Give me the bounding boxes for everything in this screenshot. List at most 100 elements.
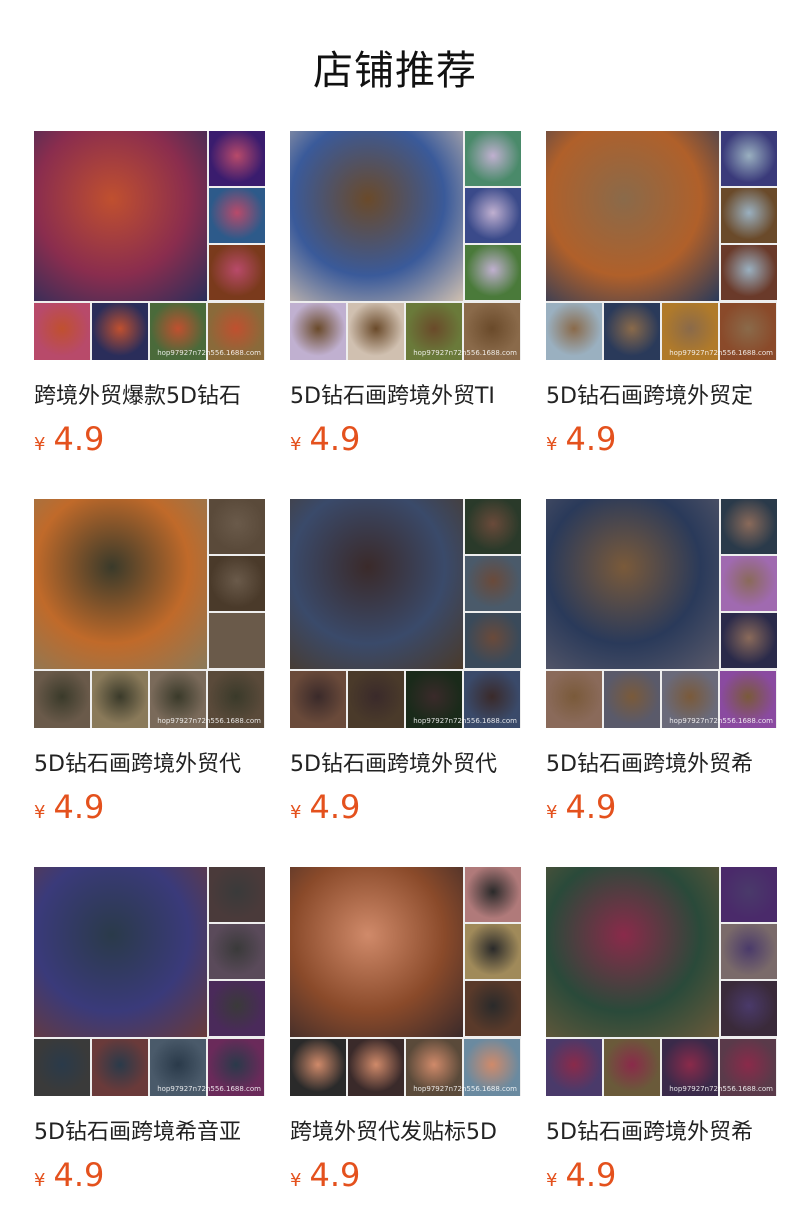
price-value: 4.9 xyxy=(53,788,105,826)
product-thumbnail xyxy=(34,671,90,728)
product-name[interactable]: 5D钻石画跨境外贸代 xyxy=(34,746,266,778)
product-thumbnail xyxy=(209,613,265,668)
product-thumbnail xyxy=(209,981,265,1036)
product-thumbnail xyxy=(721,613,777,668)
product-thumbnail xyxy=(92,1039,148,1096)
product-thumbnail xyxy=(290,671,346,728)
product-name[interactable]: 跨境外贸爆款5D钻石 xyxy=(34,378,266,410)
product-main-image xyxy=(34,867,207,1037)
product-price: ¥4.9 xyxy=(34,420,266,458)
price-value: 4.9 xyxy=(53,1156,105,1194)
product-image[interactable]: hop97927n72n556.1688.com xyxy=(34,499,265,728)
product-thumbnail xyxy=(209,131,265,186)
currency-symbol: ¥ xyxy=(34,802,46,823)
product-thumbnail xyxy=(34,1039,90,1096)
currency-symbol: ¥ xyxy=(34,434,46,455)
product-thumbnail xyxy=(546,1039,602,1096)
product-name[interactable]: 5D钻石画跨境外贸TI xyxy=(290,378,522,410)
product-card[interactable]: hop97927n72n556.1688.com 5D钻石画跨境外贸代 ¥4.9 xyxy=(290,499,522,826)
currency-symbol: ¥ xyxy=(546,1170,558,1191)
product-card[interactable]: hop97927n72n556.1688.com 5D钻石画跨境外贸定 ¥4.9 xyxy=(546,131,778,458)
product-thumbnail xyxy=(465,188,521,243)
product-thumbnail xyxy=(721,131,777,186)
product-thumbnail xyxy=(209,556,265,611)
image-watermark: hop97927n72n556.1688.com xyxy=(669,349,773,357)
product-thumbnail xyxy=(546,671,602,728)
image-watermark: hop97927n72n556.1688.com xyxy=(669,1085,773,1093)
currency-symbol: ¥ xyxy=(290,802,302,823)
image-watermark: hop97927n72n556.1688.com xyxy=(413,717,517,725)
product-main-image xyxy=(546,131,719,301)
product-thumbnail xyxy=(721,867,777,922)
product-thumbnail xyxy=(209,245,265,300)
price-value: 4.9 xyxy=(309,420,361,458)
product-thumbnail xyxy=(721,499,777,554)
product-card[interactable]: hop97927n72n556.1688.com 5D钻石画跨境外贸TI ¥4.9 xyxy=(290,131,522,458)
product-thumbnail xyxy=(290,1039,346,1096)
product-card[interactable]: hop97927n72n556.1688.com 5D钻石画跨境外贸希 ¥4.9 xyxy=(546,867,778,1194)
product-thumbnail xyxy=(348,303,404,360)
currency-symbol: ¥ xyxy=(290,434,302,455)
product-thumbnail xyxy=(721,556,777,611)
product-name[interactable]: 5D钻石画跨境外贸定 xyxy=(546,378,778,410)
product-thumbnail xyxy=(465,981,521,1036)
product-thumbnail xyxy=(721,924,777,979)
price-value: 4.9 xyxy=(565,1156,617,1194)
product-card[interactable]: hop97927n72n556.1688.com 跨境外贸代发贴标5D ¥4.9 xyxy=(290,867,522,1194)
product-main-image xyxy=(546,499,719,669)
product-card[interactable]: hop97927n72n556.1688.com 5D钻石画跨境外贸希 ¥4.9 xyxy=(546,499,778,826)
image-watermark: hop97927n72n556.1688.com xyxy=(413,1085,517,1093)
product-name[interactable]: 5D钻石画跨境外贸希 xyxy=(546,746,778,778)
product-price: ¥4.9 xyxy=(546,1156,778,1194)
product-name[interactable]: 跨境外贸代发贴标5D xyxy=(290,1114,522,1146)
product-price: ¥4.9 xyxy=(290,1156,522,1194)
image-watermark: hop97927n72n556.1688.com xyxy=(157,1085,261,1093)
price-value: 4.9 xyxy=(565,420,617,458)
product-main-image xyxy=(290,867,463,1037)
product-thumbnail xyxy=(209,188,265,243)
product-thumbnail xyxy=(604,1039,660,1096)
product-card[interactable]: hop97927n72n556.1688.com 跨境外贸爆款5D钻石 ¥4.9 xyxy=(34,131,266,458)
product-thumbnail xyxy=(465,867,521,922)
product-price: ¥4.9 xyxy=(34,1156,266,1194)
product-thumbnail xyxy=(290,303,346,360)
product-thumbnail xyxy=(92,671,148,728)
price-value: 4.9 xyxy=(309,1156,361,1194)
image-watermark: hop97927n72n556.1688.com xyxy=(157,349,261,357)
product-card[interactable]: hop97927n72n556.1688.com 5D钻石画跨境希音亚 ¥4.9 xyxy=(34,867,266,1194)
image-watermark: hop97927n72n556.1688.com xyxy=(157,717,261,725)
product-price: ¥4.9 xyxy=(290,788,522,826)
product-thumbnail xyxy=(348,671,404,728)
product-thumbnail xyxy=(465,131,521,186)
product-image[interactable]: hop97927n72n556.1688.com xyxy=(290,131,521,360)
product-name[interactable]: 5D钻石画跨境外贸代 xyxy=(290,746,522,778)
product-image[interactable]: hop97927n72n556.1688.com xyxy=(34,131,265,360)
product-thumbnail xyxy=(465,245,521,300)
product-thumbnail xyxy=(465,499,521,554)
product-image[interactable]: hop97927n72n556.1688.com xyxy=(290,867,521,1096)
product-thumbnail xyxy=(721,245,777,300)
price-value: 4.9 xyxy=(309,788,361,826)
product-thumbnail xyxy=(348,1039,404,1096)
product-main-image xyxy=(546,867,719,1037)
product-price: ¥4.9 xyxy=(546,788,778,826)
image-watermark: hop97927n72n556.1688.com xyxy=(669,717,773,725)
price-value: 4.9 xyxy=(53,420,105,458)
image-watermark: hop97927n72n556.1688.com xyxy=(413,349,517,357)
product-image[interactable]: hop97927n72n556.1688.com xyxy=(546,867,777,1096)
product-image[interactable]: hop97927n72n556.1688.com xyxy=(546,499,777,728)
product-main-image xyxy=(34,499,207,669)
product-thumbnail xyxy=(721,188,777,243)
product-name[interactable]: 5D钻石画跨境希音亚 xyxy=(34,1114,266,1146)
product-image[interactable]: hop97927n72n556.1688.com xyxy=(546,131,777,360)
product-card[interactable]: hop97927n72n556.1688.com 5D钻石画跨境外贸代 ¥4.9 xyxy=(34,499,266,826)
product-main-image xyxy=(34,131,207,301)
product-image[interactable]: hop97927n72n556.1688.com xyxy=(290,499,521,728)
product-main-image xyxy=(290,499,463,669)
product-thumbnail xyxy=(721,981,777,1036)
product-thumbnail xyxy=(465,924,521,979)
currency-symbol: ¥ xyxy=(546,802,558,823)
product-name[interactable]: 5D钻石画跨境外贸希 xyxy=(546,1114,778,1146)
product-thumbnail xyxy=(546,303,602,360)
product-image[interactable]: hop97927n72n556.1688.com xyxy=(34,867,265,1096)
